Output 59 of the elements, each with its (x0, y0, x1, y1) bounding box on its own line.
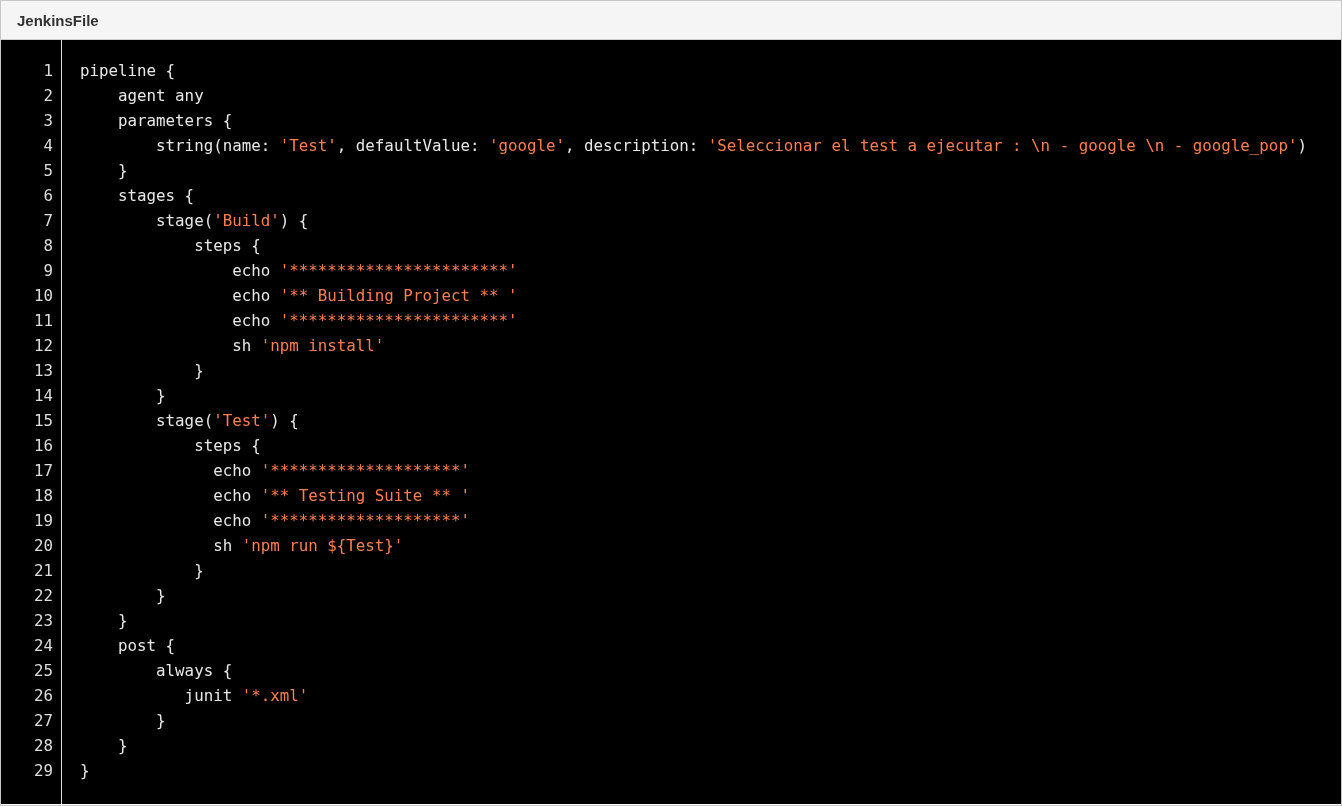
code-line: stage('Build') { (155, 210, 309, 232)
panel-title: JenkinsFile (17, 11, 99, 29)
line-number: 6 (43, 185, 54, 207)
code-line: always { (155, 660, 233, 682)
code-line: } (193, 360, 204, 382)
line-number: 12 (33, 335, 54, 357)
code-line: sh 'npm run ${Test}' (212, 535, 404, 557)
line-number: 26 (33, 685, 54, 707)
code-line: } (80, 760, 90, 782)
line-number: 4 (43, 135, 54, 157)
code-line: stages { (117, 185, 195, 207)
code-line: parameters { (117, 110, 233, 132)
code-line: } (155, 585, 166, 607)
code-line: echo '***********************' (231, 260, 518, 282)
code-line: steps { (193, 235, 261, 257)
code-line: steps { (193, 435, 261, 457)
line-number: 11 (33, 310, 54, 332)
code-line: stage('Test') { (155, 410, 299, 432)
line-number: 21 (33, 560, 54, 582)
code-line: } (155, 710, 166, 732)
code-line: sh 'npm install' (231, 335, 385, 357)
line-number: 16 (33, 435, 54, 457)
line-number: 22 (33, 585, 54, 607)
line-number: 15 (33, 410, 54, 432)
line-number: 2 (43, 85, 54, 107)
line-number: 28 (33, 735, 54, 757)
line-number: 17 (33, 460, 54, 482)
line-number: 13 (33, 360, 54, 382)
line-number: 27 (33, 710, 54, 732)
line-number: 18 (33, 485, 54, 507)
line-number: 20 (33, 535, 54, 557)
line-number: 9 (43, 260, 54, 282)
code-line: echo '********************' (212, 510, 470, 532)
code-line: echo '***********************' (231, 310, 518, 332)
line-number: 29 (33, 760, 54, 782)
code-line: post { (117, 635, 176, 657)
line-number: 24 (33, 635, 54, 657)
code-line: } (155, 385, 166, 407)
line-number: 19 (33, 510, 54, 532)
code-line: junit '*.xml' (183, 685, 309, 707)
line-number: 7 (43, 210, 54, 232)
line-number: 23 (33, 610, 54, 632)
code-line: pipeline { (80, 60, 176, 82)
line-number: 25 (33, 660, 54, 682)
line-number: 5 (43, 160, 54, 182)
code-line: agent any (117, 85, 204, 107)
line-number: 14 (33, 385, 54, 407)
code-line: echo '** Building Project ** ' (231, 285, 518, 307)
code-line: echo '********************' (212, 460, 470, 482)
line-number: 8 (43, 235, 54, 257)
code-line: } (117, 160, 128, 182)
code-line: echo '** Testing Suite ** ' (212, 485, 470, 507)
line-number: 10 (33, 285, 54, 307)
line-number: 1 (43, 60, 54, 82)
code-line: } (117, 610, 128, 632)
line-number: 3 (43, 110, 54, 132)
code-line: } (193, 560, 204, 582)
code-line: string(name: 'Test', defaultValue: 'google', description: 'Seleccionar el test a ejecutar : \n - google \n - google_pop') (155, 135, 1307, 157)
code-line: } (117, 735, 128, 757)
